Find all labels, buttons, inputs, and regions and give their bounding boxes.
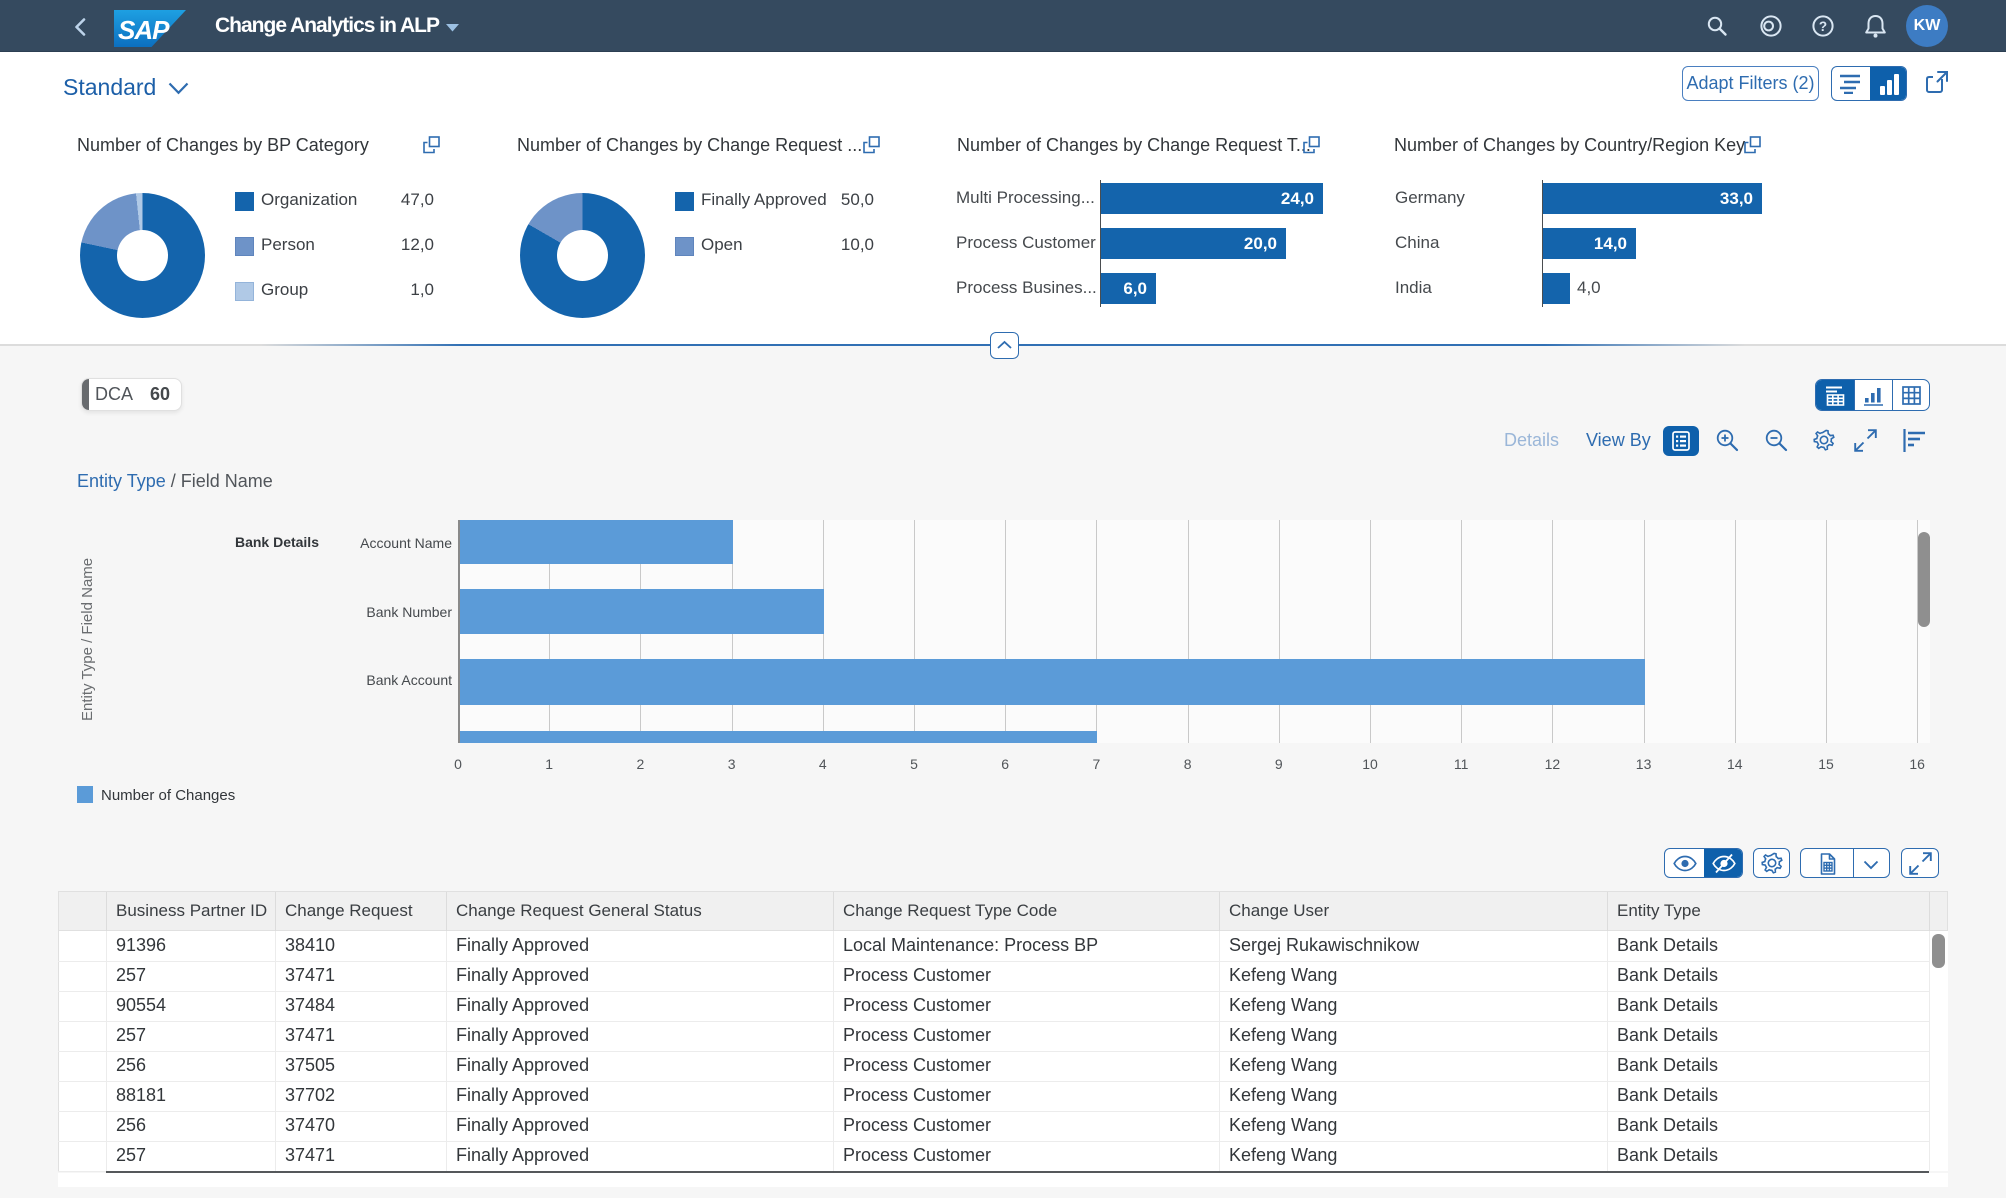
svg-text:SAP: SAP: [118, 15, 170, 45]
svg-text:?: ?: [1819, 19, 1827, 34]
svg-text:Entity Type / Field Name: Entity Type / Field Name: [79, 558, 96, 721]
